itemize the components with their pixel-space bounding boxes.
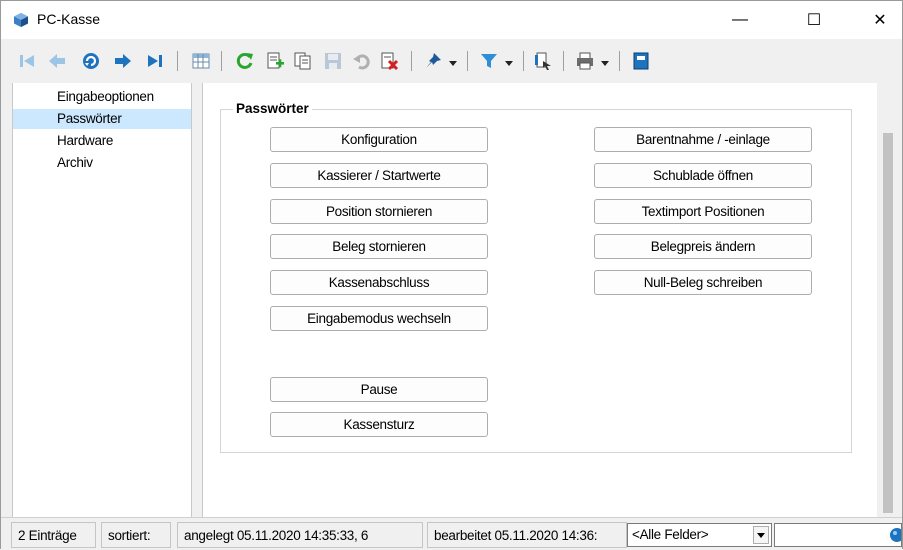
textimport-positionen-button[interactable]: Textimport Positionen xyxy=(594,199,812,224)
navigation-panel: Eingabeoptionen Passwörter Hardware Arch… xyxy=(12,83,192,517)
save-icon[interactable] xyxy=(321,49,345,73)
created-timestamp: angelegt 05.11.2020 14:35:33, 6 xyxy=(177,522,423,548)
toolbar-separator xyxy=(221,51,222,71)
scrollbar-thumb[interactable] xyxy=(883,133,893,513)
nav-item-archiv[interactable]: Archiv xyxy=(13,153,192,173)
new-record-icon[interactable] xyxy=(263,49,287,73)
print-dropdown-arrow-icon[interactable] xyxy=(601,61,609,66)
search-input[interactable] xyxy=(774,523,902,547)
group-title: Passwörter xyxy=(233,101,312,116)
eingabemodus-wechseln-button[interactable]: Eingabemodus wechseln xyxy=(270,306,488,331)
maximize-button[interactable]: ☐ xyxy=(791,1,837,39)
sort-status: sortiert: xyxy=(101,522,171,548)
field-filter-select[interactable]: <Alle Felder> xyxy=(627,523,772,547)
nav-item-passwoerter[interactable]: Passwörter xyxy=(13,109,192,129)
filter-dropdown-arrow-icon[interactable] xyxy=(505,61,513,66)
window-title: PC-Kasse xyxy=(37,11,101,27)
last-record-icon[interactable] xyxy=(143,49,167,73)
table-view-icon[interactable] xyxy=(189,49,213,73)
kassensturz-button[interactable]: Kassensturz xyxy=(270,412,488,437)
content-area: Eingabeoptionen Passwörter Hardware Arch… xyxy=(1,83,902,517)
app-logo-icon xyxy=(14,13,28,27)
schublade-oeffnen-button[interactable]: Schublade öffnen xyxy=(594,163,812,188)
previous-record-icon[interactable] xyxy=(45,49,69,73)
status-bar: 2 Einträge sortiert: angelegt 05.11.2020… xyxy=(1,517,902,550)
beleg-stornieren-button[interactable]: Beleg stornieren xyxy=(270,234,488,259)
toolbar-separator xyxy=(177,51,178,71)
pin-dropdown-arrow-icon[interactable] xyxy=(449,61,457,66)
export-icon[interactable] xyxy=(531,49,555,73)
nav-item-hardware[interactable]: Hardware xyxy=(13,131,192,151)
pause-button[interactable]: Pause xyxy=(270,377,488,402)
delete-icon[interactable] xyxy=(377,49,401,73)
toolbar-separator xyxy=(411,51,412,71)
refresh-icon[interactable] xyxy=(233,49,257,73)
next-record-icon[interactable] xyxy=(111,49,135,73)
title-bar: PC-Kasse — ☐ ✕ xyxy=(1,1,902,39)
chevron-down-icon[interactable] xyxy=(753,526,769,544)
record-count: 2 Einträge xyxy=(11,522,96,548)
filter-icon[interactable] xyxy=(477,49,501,73)
belegpreis-aendern-button[interactable]: Belegpreis ändern xyxy=(594,234,812,259)
close-button[interactable]: ✕ xyxy=(857,1,903,39)
undo-icon[interactable] xyxy=(349,49,373,73)
position-stornieren-button[interactable]: Position stornieren xyxy=(270,199,488,224)
nav-item-eingabeoptionen[interactable]: Eingabeoptionen xyxy=(13,87,192,107)
toolbar-separator xyxy=(619,51,620,71)
globe-icon[interactable] xyxy=(887,527,901,543)
panel-splitter[interactable] xyxy=(191,83,203,517)
toolbar-separator xyxy=(467,51,468,71)
barentnahme-einlage-button[interactable]: Barentnahme / -einlage xyxy=(594,127,812,152)
close-panel-icon[interactable] xyxy=(629,49,653,73)
vertical-scrollbar[interactable] xyxy=(877,83,902,517)
search-record-icon[interactable] xyxy=(79,49,103,73)
toolbar-separator xyxy=(523,51,524,71)
print-icon[interactable] xyxy=(573,49,597,73)
first-record-icon[interactable] xyxy=(15,49,39,73)
minimize-button[interactable]: — xyxy=(717,1,763,39)
copy-record-icon[interactable] xyxy=(291,49,315,73)
konfiguration-button[interactable]: Konfiguration xyxy=(270,127,488,152)
edited-timestamp: bearbeitet 05.11.2020 14:36: xyxy=(427,522,627,548)
kassierer-startwerte-button[interactable]: Kassierer / Startwerte xyxy=(270,163,488,188)
toolbar xyxy=(1,39,902,83)
null-beleg-schreiben-button[interactable]: Null-Beleg schreiben xyxy=(594,270,812,295)
passwords-panel: Passwörter Konfiguration Kassierer / Sta… xyxy=(203,83,877,517)
toolbar-separator xyxy=(563,51,564,71)
app-window: PC-Kasse — ☐ ✕ Eingabeoptionen Passwörte… xyxy=(0,0,903,550)
pin-icon[interactable] xyxy=(421,49,445,73)
kassenabschluss-button[interactable]: Kassenabschluss xyxy=(270,270,488,295)
field-filter-value: <Alle Felder> xyxy=(632,527,709,542)
